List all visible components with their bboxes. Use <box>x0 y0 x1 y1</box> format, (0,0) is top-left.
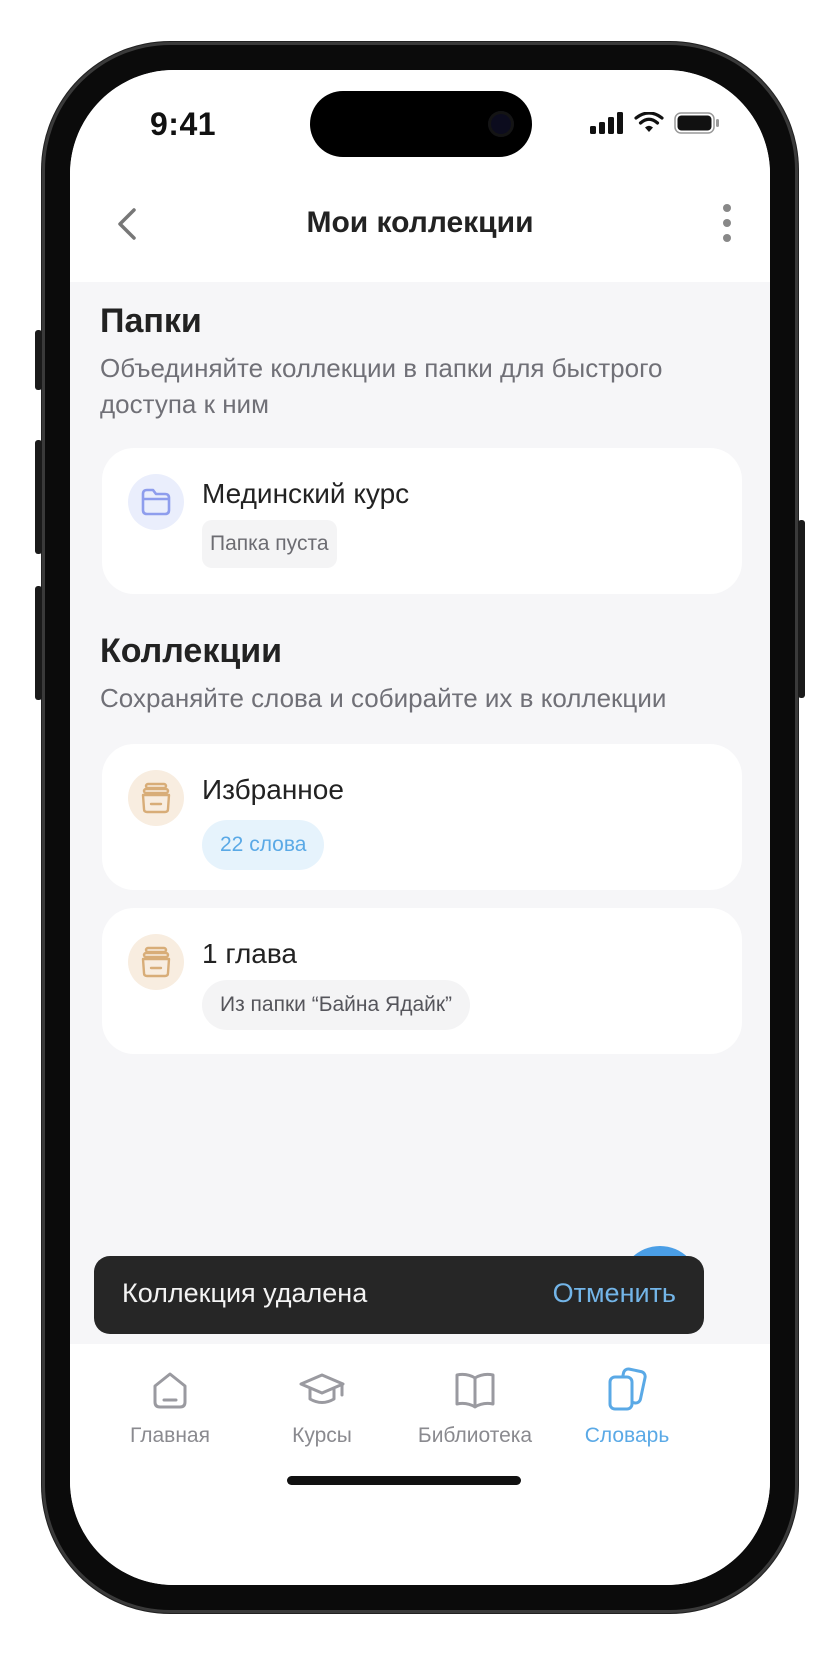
tab-courses[interactable]: Курсы <box>247 1364 397 1448</box>
status-icons <box>590 112 720 134</box>
signal-icon <box>590 112 623 134</box>
box-icon-wrap <box>128 934 184 990</box>
undo-button[interactable]: Отменить <box>553 1278 676 1309</box>
status-time: 9:41 <box>150 106 217 142</box>
folder-card[interactable]: Мединский курс Папка пуста <box>102 448 742 594</box>
tab-label: Главная <box>130 1424 210 1447</box>
collection-card-chapter-1[interactable]: 1 глава Из папки “Байна Ядайк” <box>102 908 742 1054</box>
home-icon <box>153 1372 187 1409</box>
folder-name: Мединский курс <box>202 478 410 509</box>
power-button <box>798 520 805 698</box>
cards-icon <box>608 1367 647 1411</box>
folder-icon <box>141 488 171 516</box>
app-screen: 9:41 Мои коллекции Папки Объединяйте кол… <box>70 70 770 1585</box>
header: 9:41 Мои коллекции <box>70 70 770 282</box>
camera-icon <box>488 111 514 137</box>
snackbar: Коллекция удалена Отменить <box>94 1256 704 1334</box>
book-icon <box>455 1372 495 1409</box>
volume-down-button <box>35 586 42 700</box>
tab-label: Словарь <box>584 1424 670 1447</box>
tab-label: Библиотека <box>417 1424 533 1447</box>
tab-dictionary[interactable]: Словарь <box>552 1364 702 1448</box>
box-icon <box>141 782 171 814</box>
wifi-icon <box>634 112 664 132</box>
collections-subtitle: Сохраняйте слова и собирайте их в коллек… <box>100 683 667 713</box>
collection-card-favorites[interactable]: Избранное 22 слова <box>102 744 742 890</box>
folder-status-chip: Папка пуста <box>202 520 337 568</box>
folder-icon-wrap <box>128 474 184 530</box>
battery-icon <box>674 112 719 134</box>
page-title: Мои коллекции <box>306 206 534 239</box>
action-button <box>35 330 42 390</box>
collection-name: Избранное <box>202 774 344 805</box>
folders-title: Папки <box>100 302 202 340</box>
collections-title: Коллекции <box>100 632 283 670</box>
graduation-cap-icon <box>299 1373 345 1404</box>
collection-name: 1 глава <box>202 938 297 969</box>
volume-up-button <box>35 440 42 554</box>
home-indicator <box>287 1476 521 1485</box>
box-icon-wrap <box>128 770 184 826</box>
box-icon <box>141 946 171 978</box>
word-count-chip: 22 слова <box>202 820 325 870</box>
tab-home[interactable]: Главная <box>95 1364 245 1448</box>
tab-bar: Главная Курсы Библиотека Словарь <box>70 1344 770 1585</box>
tab-library[interactable]: Библиотека <box>400 1364 550 1448</box>
snackbar-message: Коллекция удалена <box>122 1278 368 1308</box>
folders-subtitle: Объединяйте коллекции в папки для быстро… <box>100 353 663 419</box>
dynamic-island <box>310 91 532 157</box>
tab-label: Курсы <box>292 1424 352 1447</box>
more-vertical-icon[interactable] <box>712 200 742 246</box>
source-folder-chip: Из папки “Байна Ядайк” <box>202 980 471 1030</box>
